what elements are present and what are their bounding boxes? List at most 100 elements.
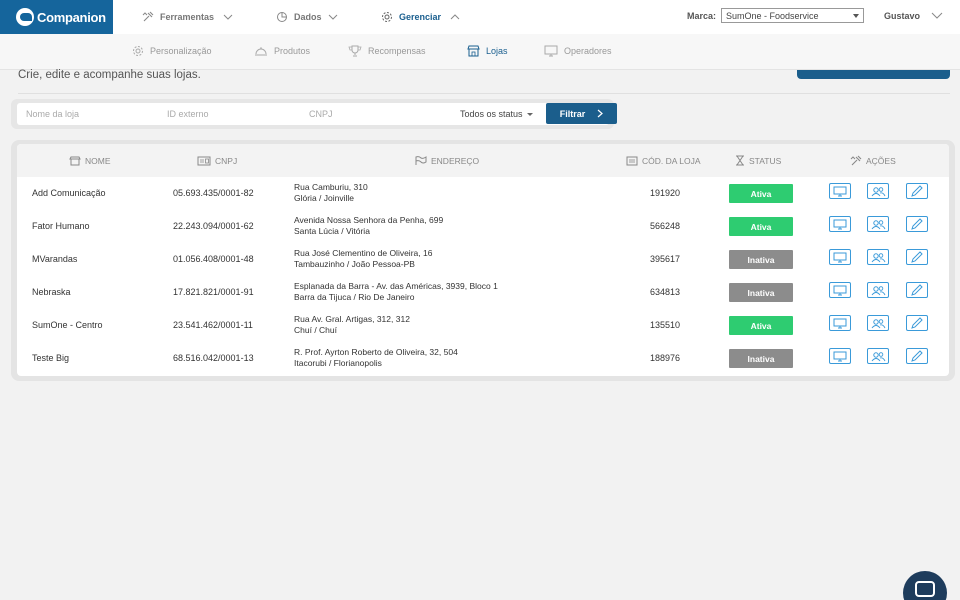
- edit-store-button[interactable]: [906, 315, 928, 331]
- nav-ferramentas[interactable]: Ferramentas: [142, 0, 239, 34]
- store-name-input[interactable]: [26, 103, 156, 125]
- new-store-button[interactable]: [797, 70, 950, 79]
- view-operator-button[interactable]: [829, 315, 851, 331]
- edit-store-button[interactable]: [906, 348, 928, 364]
- subnav-produtos-label: Produtos: [274, 46, 311, 56]
- caret-down-icon: [853, 13, 859, 18]
- store-address-line2: Itacorubi / Florianopolis: [294, 358, 382, 368]
- pie-chart-icon: [277, 12, 287, 22]
- store-icon: [69, 156, 81, 165]
- tools-icon: [850, 155, 862, 166]
- table-row: Add Comunicação 05.693.435/0001-82 Rua Cam…: [17, 177, 949, 210]
- store-address: Avenida Nossa Senhora da Penha, 699 Santa…: [294, 215, 443, 237]
- store-code: 395617: [650, 254, 681, 264]
- subnav-produtos[interactable]: Produtos: [254, 34, 310, 68]
- pencil-icon: [910, 317, 924, 329]
- user-menu-chevron-icon[interactable]: [931, 12, 943, 19]
- store-code: 135510: [650, 320, 681, 330]
- store-cnpj: 05.693.435/0001-82: [173, 188, 254, 198]
- stores-table: NOME CNPJ ENDEREÇO CÓD. DA LOJA STATUS A…: [17, 144, 949, 376]
- gear-icon: [133, 46, 143, 56]
- store-address-line2: Tambauzinho / João Pessoa-PB: [294, 259, 415, 269]
- col-endereco: ENDEREÇO: [415, 144, 479, 177]
- edit-store-button[interactable]: [906, 183, 928, 199]
- store-address: Rua José Clementino de Oliveira, 16 Tamba…: [294, 248, 432, 270]
- marca-value: SumOne - Foodservice: [726, 10, 819, 21]
- page-description: Crie, edite e acompanhe suas lojas.: [18, 69, 201, 81]
- status-select[interactable]: Todos os status: [460, 103, 533, 125]
- sub-nav: Personalização Produtos Recompensas Loja…: [0, 34, 960, 70]
- pencil-icon: [910, 185, 924, 197]
- manage-users-button[interactable]: [867, 348, 889, 364]
- store-cnpj: 23.541.462/0001-11: [173, 320, 253, 330]
- view-operator-button[interactable]: [829, 249, 851, 265]
- store-address-line2: Barra da Tijuca / Rio De Janeiro: [294, 292, 415, 302]
- edit-store-button[interactable]: [906, 249, 928, 265]
- store-code: 566248: [650, 221, 681, 231]
- manage-users-button[interactable]: [867, 315, 889, 331]
- nav-dados-label: Dados: [294, 12, 322, 22]
- view-operator-button[interactable]: [829, 183, 851, 199]
- subnav-personalizacao-label: Personalização: [150, 46, 212, 56]
- edit-store-button[interactable]: [906, 216, 928, 232]
- logo[interactable]: Companion: [0, 0, 113, 34]
- store-address-line2: Santa Lúcia / Vitória: [294, 226, 370, 236]
- divider: [18, 93, 950, 94]
- monitor-icon: [833, 285, 847, 296]
- view-operator-button[interactable]: [829, 216, 851, 232]
- top-bar: Companion Ferramentas Dados Gerenciar Ma…: [0, 0, 960, 34]
- table-row: Teste Big 68.516.042/0001-13 R. Prof. Ayrt…: [17, 342, 949, 375]
- manage-users-button[interactable]: [867, 183, 889, 199]
- filter-button[interactable]: Filtrar: [546, 103, 617, 124]
- col-acoes: AÇÕES: [850, 144, 896, 177]
- caret-down-icon: [526, 112, 533, 116]
- marca-label: Marca:: [687, 11, 717, 21]
- flag-icon: [415, 155, 427, 165]
- view-operator-button[interactable]: [829, 348, 851, 364]
- barcode-icon: [626, 156, 638, 165]
- subnav-recompensas-label: Recompensas: [368, 46, 426, 56]
- store-address: Rua Av. Gral. Artigas, 312, 312 Chuí / Ch…: [294, 314, 410, 336]
- subnav-operadores[interactable]: Operadores: [544, 34, 612, 68]
- manage-users-button[interactable]: [867, 249, 889, 265]
- filter-inner: Todos os status Filtrar: [17, 103, 617, 125]
- status-badge: Inativa: [729, 283, 793, 302]
- col-status-label: STATUS: [749, 155, 782, 166]
- store-code: 634813: [650, 287, 681, 297]
- subnav-personalizacao[interactable]: Personalização: [132, 34, 212, 68]
- col-nome: NOME: [69, 144, 111, 177]
- pencil-icon: [910, 350, 924, 362]
- external-id-input[interactable]: [167, 103, 297, 125]
- status-badge: Inativa: [729, 250, 793, 269]
- chevron-down-icon: [328, 14, 337, 20]
- manage-users-button[interactable]: [867, 282, 889, 298]
- users-icon: [870, 252, 886, 263]
- user-name[interactable]: Gustavo: [884, 11, 920, 21]
- store-name: Add Comunicação: [32, 188, 106, 198]
- edit-store-button[interactable]: [906, 282, 928, 298]
- users-icon: [870, 219, 886, 230]
- nav-dados[interactable]: Dados: [276, 0, 344, 34]
- cnpj-input[interactable]: [309, 103, 449, 125]
- store-address-line1: R. Prof. Ayrton Roberto de Oliveira, 32,…: [294, 347, 458, 357]
- status-badge: Inativa: [729, 349, 793, 368]
- subnav-recompensas[interactable]: Recompensas: [348, 34, 426, 68]
- view-operator-button[interactable]: [829, 282, 851, 298]
- store-cnpj: 17.821.821/0001-91: [173, 287, 254, 297]
- subnav-lojas[interactable]: Lojas: [467, 34, 508, 68]
- nav-gerenciar[interactable]: Gerenciar: [381, 0, 466, 34]
- status-select-value: Todos os status: [460, 109, 523, 119]
- store-cnpj: 22.243.094/0001-62: [173, 221, 254, 231]
- marca-select[interactable]: SumOne - Foodservice: [721, 8, 864, 23]
- store-address-line1: Esplanada da Barra - Av. das Américas, 3…: [294, 281, 498, 291]
- store-name: Nebraska: [32, 287, 71, 297]
- store-code: 188976: [650, 353, 681, 363]
- manage-users-button[interactable]: [867, 216, 889, 232]
- chat-button[interactable]: [903, 571, 947, 600]
- users-icon: [870, 285, 886, 296]
- subnav-lojas-label: Lojas: [486, 46, 508, 56]
- store-icon: [467, 45, 480, 57]
- filter-bar: Todos os status Filtrar: [11, 99, 617, 129]
- col-status: STATUS: [735, 144, 781, 177]
- store-address-line2: Chuí / Chuí: [294, 325, 337, 335]
